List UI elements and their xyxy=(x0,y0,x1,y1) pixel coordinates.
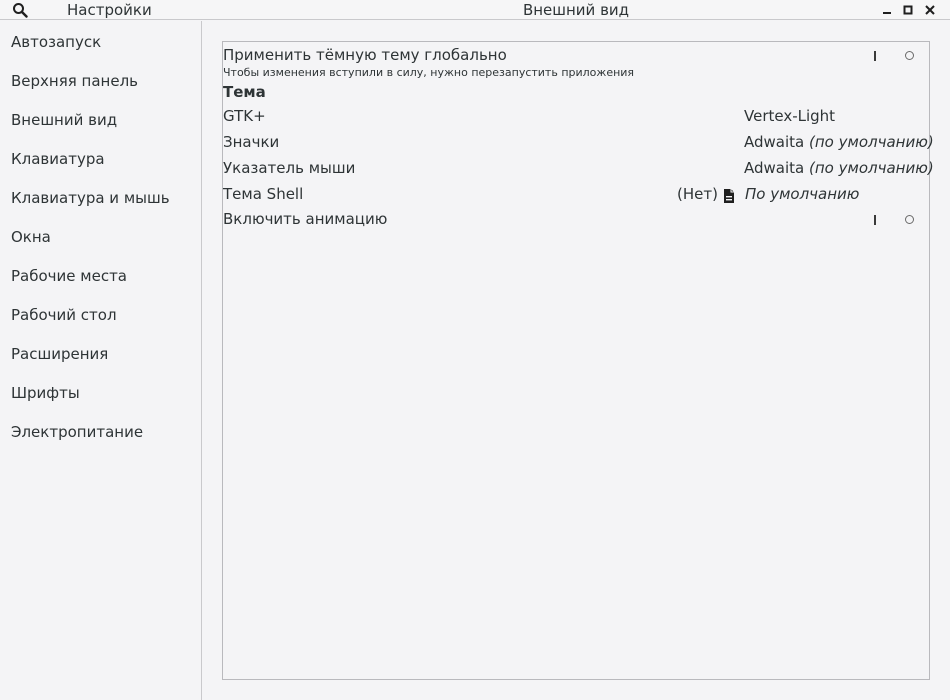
gtk-theme-value: Vertex-Light xyxy=(744,107,836,125)
sidebar-item-power[interactable]: Электропитание xyxy=(0,413,201,452)
cursor-theme-value: Adwaita xyxy=(744,159,805,177)
shell-theme-none: (Нет) xyxy=(677,185,718,203)
sidebar-item-appearance[interactable]: Внешний вид xyxy=(0,101,201,140)
minimize-icon[interactable] xyxy=(879,2,895,18)
tweaks-window: Настройки Внешний вид Автозапуск Верхняя… xyxy=(0,0,950,700)
sidebar: Автозапуск Верхняя панель Внешний вид Кл… xyxy=(0,21,202,700)
cursor-theme-label: Указатель мыши xyxy=(223,159,356,177)
sidebar-item-windows[interactable]: Окна xyxy=(0,218,201,257)
sidebar-item-autostart[interactable]: Автозапуск xyxy=(0,23,201,62)
file-icon[interactable] xyxy=(721,188,737,204)
sidebar-item-keyboard-mouse[interactable]: Клавиатура и мышь xyxy=(0,179,201,218)
page-title: Внешний вид xyxy=(522,1,630,19)
switch-on-mark xyxy=(874,215,876,225)
sidebar-item-workspaces[interactable]: Рабочие места xyxy=(0,257,201,296)
theme-section-heading: Тема xyxy=(223,83,266,101)
cursor-theme-default-note: (по умолчанию) xyxy=(809,159,934,177)
close-icon[interactable] xyxy=(922,2,938,18)
sidebar-item-fonts[interactable]: Шрифты xyxy=(0,374,201,413)
switch-on-mark xyxy=(874,51,876,61)
icons-theme-select[interactable]: Adwaita (по умолчанию) xyxy=(744,133,934,151)
sidebar-item-extensions[interactable]: Расширения xyxy=(0,335,201,374)
shell-theme-value: По умолчанию xyxy=(745,185,860,203)
sidebar-title: Настройки xyxy=(67,1,152,19)
sidebar-item-keyboard[interactable]: Клавиатура xyxy=(0,140,201,179)
search-icon[interactable] xyxy=(12,2,28,18)
shell-theme-select[interactable]: По умолчанию xyxy=(745,185,859,203)
shell-theme-label: Тема Shell xyxy=(223,185,304,203)
gtk-theme-label: GTK+ xyxy=(223,107,266,125)
dark-theme-label: Применить тёмную тему глобально xyxy=(223,46,507,64)
switch-off-mark xyxy=(905,51,914,60)
gtk-theme-select[interactable]: Vertex-Light xyxy=(744,107,835,125)
sidebar-item-desktop[interactable]: Рабочий стол xyxy=(0,296,201,335)
icons-theme-default-note: (по умолчанию) xyxy=(809,133,934,151)
icons-theme-value: Adwaita xyxy=(744,133,805,151)
switch-off-mark xyxy=(905,215,914,224)
dark-theme-switch[interactable] xyxy=(870,48,920,64)
dark-theme-hint: Чтобы изменения вступили в силу, нужно п… xyxy=(223,66,635,79)
animations-label: Включить анимацию xyxy=(223,210,388,228)
header-bar: Настройки Внешний вид xyxy=(0,0,950,20)
cursor-theme-select[interactable]: Adwaita (по умолчанию) xyxy=(744,159,934,177)
icons-theme-label: Значки xyxy=(223,133,280,151)
maximize-icon[interactable] xyxy=(900,2,916,18)
sidebar-item-top-bar[interactable]: Верхняя панель xyxy=(0,62,201,101)
animations-switch[interactable] xyxy=(870,212,920,228)
